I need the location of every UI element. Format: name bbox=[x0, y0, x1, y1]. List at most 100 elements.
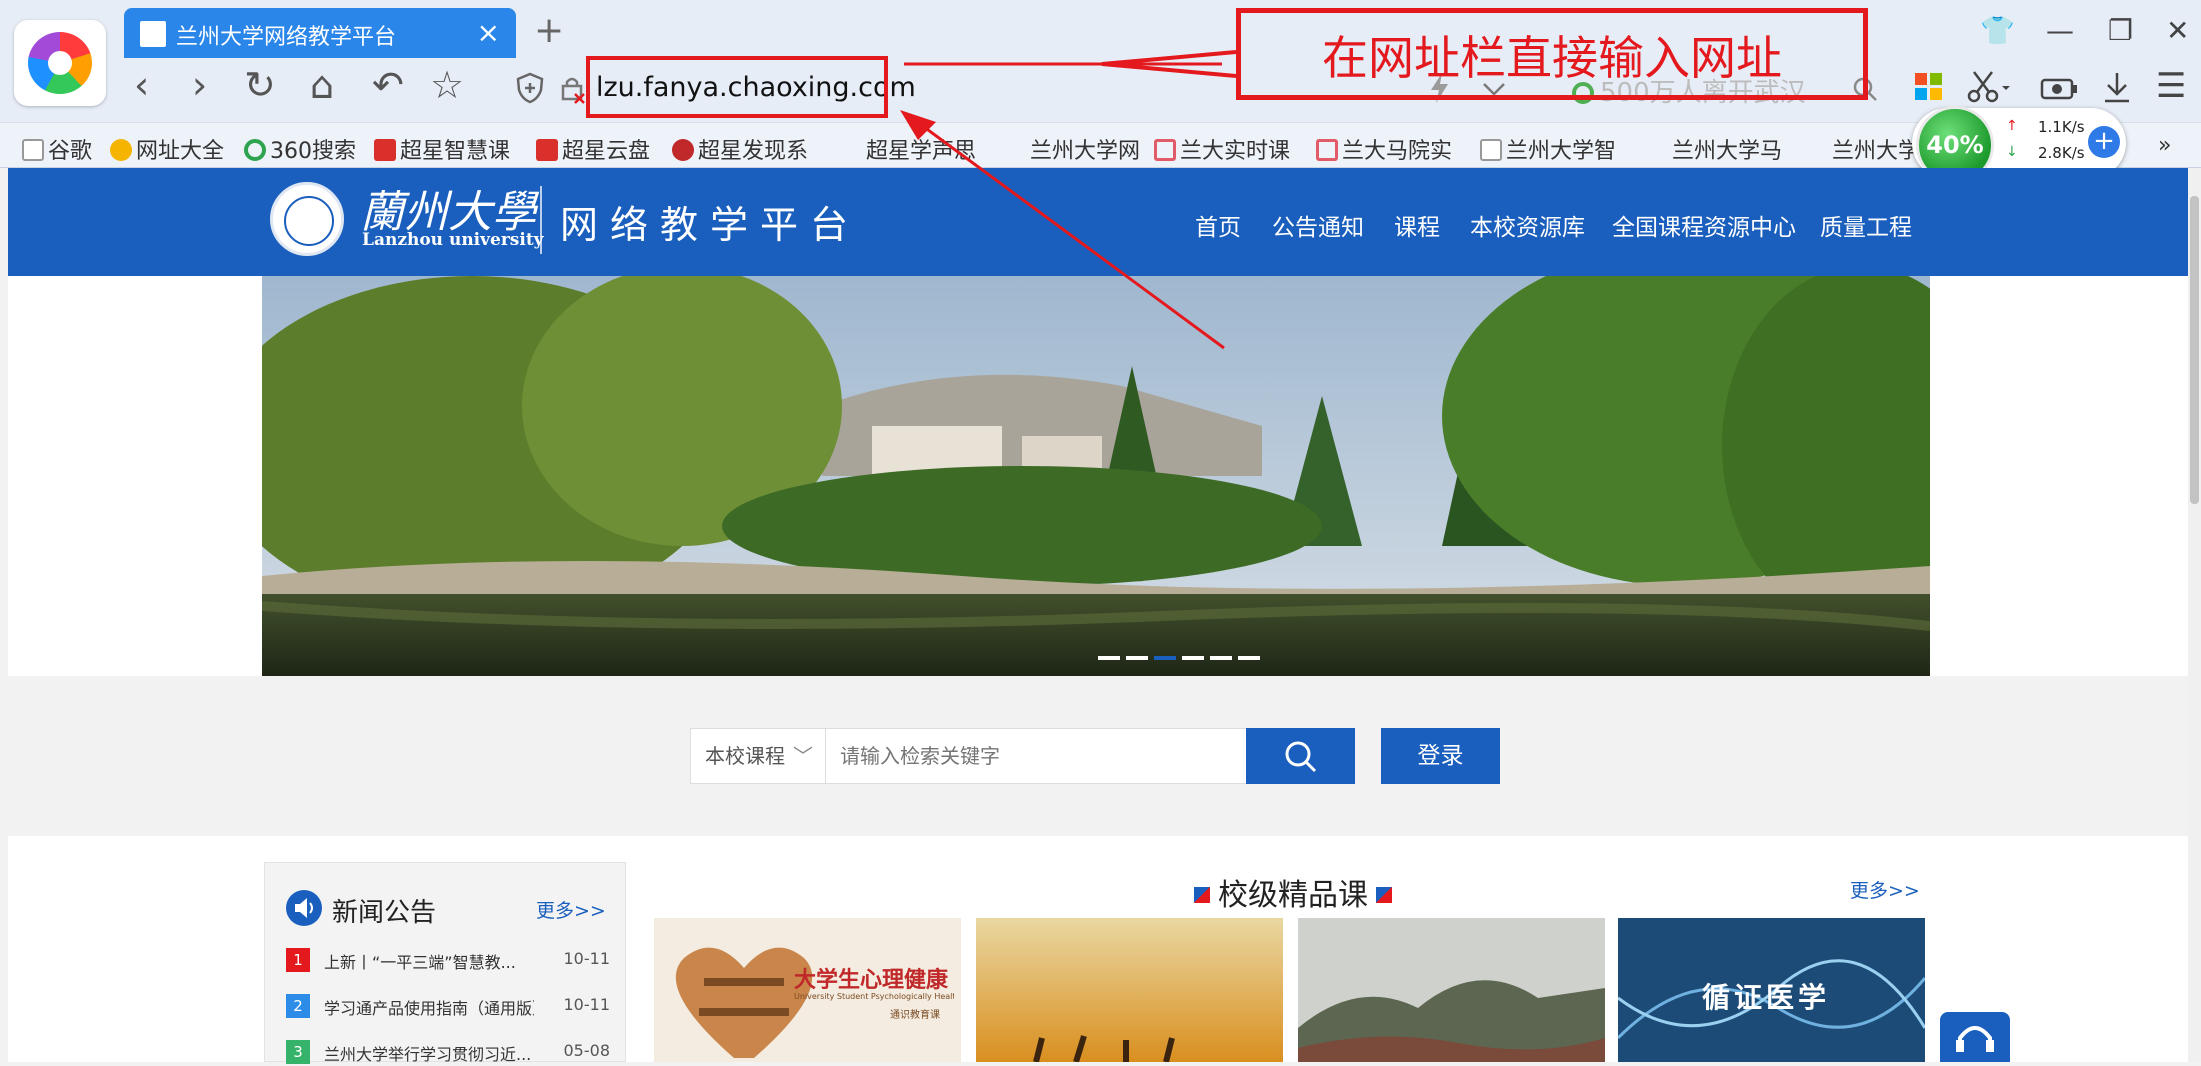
download-arrow-icon: ↓ bbox=[2006, 144, 2018, 160]
news-item-title[interactable]: 兰州大学举行学习贯彻习近... bbox=[324, 1041, 534, 1065]
insecure-lock-icon[interactable] bbox=[560, 76, 586, 104]
undo-close-button[interactable]: ↶ bbox=[372, 66, 404, 104]
featured-courses-label: 校级精品课 bbox=[1218, 878, 1368, 913]
bookmark-label: 兰州大学智 bbox=[1506, 139, 1617, 164]
address-highlight-box bbox=[586, 56, 888, 118]
app-grid-icon[interactable] bbox=[1914, 72, 1944, 102]
campus-lake-image bbox=[262, 276, 1930, 676]
news-item-title[interactable]: 上新丨“一平三端”智慧教... bbox=[324, 949, 534, 973]
forward-button[interactable]: › bbox=[192, 66, 207, 104]
browser-logo[interactable] bbox=[14, 20, 106, 106]
carousel-dot[interactable] bbox=[1126, 656, 1148, 660]
bookmark-label: 兰州大学网 bbox=[1030, 139, 1141, 164]
courses-more-link[interactable]: 更多>> bbox=[1850, 876, 1920, 903]
course-card[interactable] bbox=[976, 918, 1283, 1062]
bookmark-item[interactable]: 网址大全 bbox=[110, 133, 224, 165]
bookmark-item[interactable]: 超星智慧课 bbox=[374, 133, 510, 165]
bookmark-item[interactable]: 兰州大学网 bbox=[1030, 133, 1140, 165]
bookmark-item[interactable]: 超星学声思 bbox=[866, 133, 976, 165]
nav-national-resources[interactable]: 全国课程资源中心 bbox=[1612, 208, 1796, 242]
tab-close-button[interactable]: × bbox=[477, 16, 500, 49]
speaker-icon bbox=[286, 890, 322, 926]
bookmark-item[interactable]: 谷歌 bbox=[22, 133, 92, 165]
news-item-date: 10-11 bbox=[563, 995, 611, 1014]
bookmark-label: 兰州大学马 bbox=[1672, 139, 1783, 164]
scrollbar-thumb[interactable] bbox=[2190, 196, 2199, 504]
login-button[interactable]: 登录 bbox=[1381, 728, 1500, 784]
skin-icon[interactable]: 👕 bbox=[1980, 14, 2015, 47]
back-button[interactable]: ‹ bbox=[134, 66, 149, 104]
upload-arrow-icon: ↑ bbox=[2006, 118, 2018, 134]
bookmark-item[interactable]: 兰州大学智 bbox=[1480, 133, 1616, 165]
download-icon[interactable] bbox=[2102, 70, 2132, 104]
home-button[interactable]: ⌂ bbox=[310, 66, 334, 104]
bookmark-label: 谷歌 bbox=[48, 139, 93, 164]
platform-name: 网络教学平台 bbox=[560, 203, 861, 247]
bookmark-item[interactable]: 超星发现系 bbox=[672, 133, 808, 165]
bookmark-item[interactable]: 兰大实时课 bbox=[1154, 133, 1290, 165]
nav-notices[interactable]: 公告通知 bbox=[1272, 208, 1364, 242]
online-help-button[interactable] bbox=[1940, 1012, 2010, 1062]
search-button[interactable] bbox=[1246, 728, 1355, 784]
bookmark-label: 超星云盘 bbox=[562, 139, 651, 164]
book-icon bbox=[1316, 139, 1338, 161]
nav-quality[interactable]: 质量工程 bbox=[1820, 208, 1912, 242]
bookmarks-bar: 谷歌 网址大全 360搜索 超星智慧课 超星云盘 超星发现系 超星学声思 兰州大… bbox=[0, 122, 2201, 168]
carousel-dot[interactable] bbox=[1238, 656, 1260, 660]
news-rank-badge: 1 bbox=[286, 948, 310, 972]
course-card[interactable] bbox=[1298, 918, 1605, 1062]
news-more-link[interactable]: 更多>> bbox=[536, 896, 606, 923]
course-card[interactable]: 循证医学 bbox=[1618, 918, 1925, 1062]
search-icon bbox=[1285, 741, 1317, 773]
news-rank-badge: 2 bbox=[286, 994, 310, 1018]
featured-courses-title: 校级精品课 bbox=[1186, 870, 1400, 914]
bookmark-label: 兰大实时课 bbox=[1180, 139, 1291, 164]
bookmark-item[interactable]: 超星云盘 bbox=[536, 133, 650, 165]
news-item[interactable]: 1 上新丨“一平三端”智慧教... 10-11 bbox=[286, 946, 610, 974]
page-icon bbox=[1480, 139, 1502, 161]
carousel-dot[interactable] bbox=[1098, 656, 1120, 660]
course-card-title: 循证医学 bbox=[1702, 981, 1831, 1014]
university-name-en: Lanzhou university bbox=[362, 230, 544, 250]
tab-active[interactable]: 兰州大学网络教学平台 × bbox=[124, 8, 516, 58]
bookmark-item[interactable]: 兰州大学马 bbox=[1672, 133, 1782, 165]
bookmark-label: 超星学声思 bbox=[866, 139, 977, 164]
shield-icon[interactable] bbox=[516, 72, 544, 104]
menu-icon[interactable]: ☰ bbox=[2156, 66, 2186, 106]
university-emblem[interactable] bbox=[270, 182, 344, 256]
restore-button[interactable]: ❐ bbox=[2108, 14, 2133, 47]
minimize-button[interactable]: — bbox=[2046, 14, 2074, 47]
carousel-dot-active[interactable] bbox=[1154, 656, 1176, 660]
media-icon[interactable] bbox=[2040, 74, 2080, 102]
bookmark-star-button[interactable]: ☆ bbox=[430, 66, 464, 104]
bookmark-item[interactable]: 兰大马院实 bbox=[1316, 133, 1452, 165]
book-icon bbox=[1154, 139, 1176, 161]
course-card[interactable]: 大学生心理健康 University Student Psychological… bbox=[654, 918, 961, 1062]
chaoxing-icon bbox=[672, 139, 694, 161]
close-window-button[interactable]: ✕ bbox=[2166, 14, 2189, 47]
speed-plus-icon[interactable]: + bbox=[2088, 126, 2120, 158]
new-tab-button[interactable]: + bbox=[534, 10, 564, 51]
page-icon bbox=[22, 139, 44, 161]
nav-home[interactable]: 首页 bbox=[1195, 208, 1241, 242]
reload-button[interactable]: ↻ bbox=[244, 66, 276, 104]
bookmark-label: 网址大全 bbox=[136, 139, 225, 164]
news-item-date: 05-08 bbox=[563, 1041, 611, 1060]
scissors-icon[interactable] bbox=[1966, 70, 2012, 104]
search-category-select[interactable]: 本校课程 ﹀ bbox=[690, 728, 826, 784]
news-item[interactable]: 2 学习通产品使用指南（通用版） 10-11 bbox=[286, 992, 610, 1020]
chevron-down-icon: ﹀ bbox=[793, 744, 813, 768]
nav-courses[interactable]: 课程 bbox=[1394, 208, 1440, 242]
search-input[interactable] bbox=[826, 728, 1248, 784]
carousel-dot[interactable] bbox=[1182, 656, 1204, 660]
bookmarks-more-button[interactable]: » bbox=[2158, 133, 2171, 158]
hero-banner[interactable] bbox=[262, 276, 1930, 676]
header-divider bbox=[540, 186, 542, 254]
news-item-title[interactable]: 学习通产品使用指南（通用版） bbox=[324, 995, 534, 1019]
nav-resources[interactable]: 本校资源库 bbox=[1470, 208, 1585, 242]
bookmark-item[interactable]: 360搜索 bbox=[244, 133, 356, 165]
chaoxing-icon bbox=[374, 139, 396, 161]
download-speed: 2.8K/s bbox=[2038, 144, 2085, 162]
carousel-dot[interactable] bbox=[1210, 656, 1232, 660]
bookmark-item[interactable]: 兰州大学 bbox=[1832, 133, 1920, 165]
